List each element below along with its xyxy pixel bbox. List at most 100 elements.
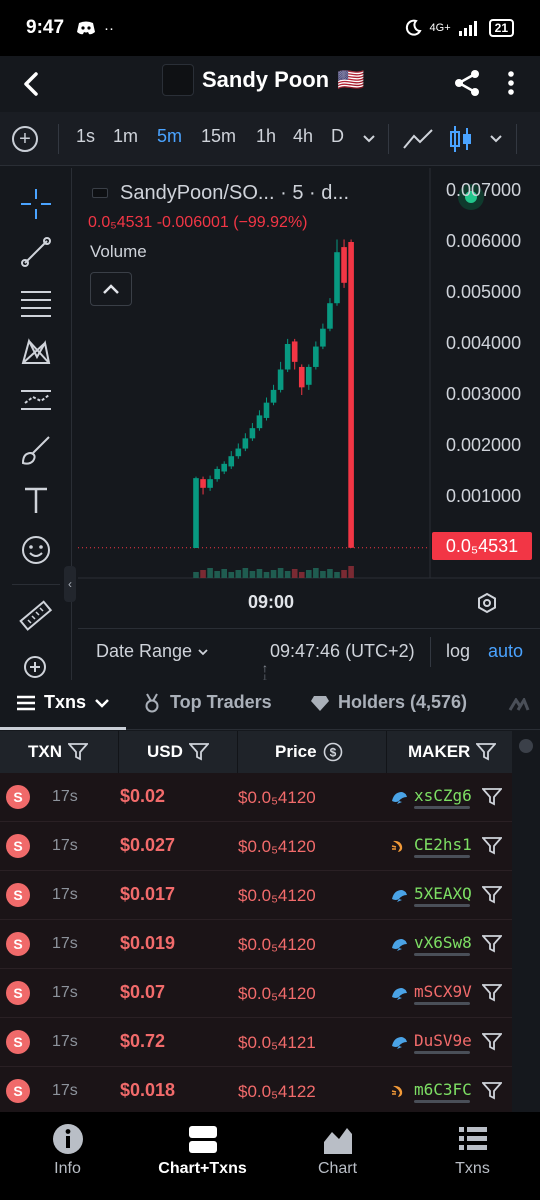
scrollbar-thumb[interactable] (519, 739, 533, 753)
app-bar: Sandy Poon 🇺🇸 (0, 56, 540, 112)
tab-txns[interactable]: Txns (16, 692, 110, 713)
fib-retracement-icon[interactable] (16, 282, 56, 322)
text-tool-icon[interactable] (16, 480, 56, 520)
status-bar: 9:47 ·· 4G+ 21 (0, 0, 540, 56)
filter-icon[interactable] (481, 788, 503, 811)
volume-bar (263, 572, 270, 578)
timeframe-1m[interactable]: 1m (113, 126, 138, 147)
filter-icon[interactable] (481, 984, 503, 1007)
volume-bar (298, 572, 305, 578)
maker-address[interactable]: m6C3FC (414, 1080, 472, 1099)
column-price[interactable]: Price $ (275, 731, 343, 773)
candle-body (348, 242, 354, 548)
candle-body (341, 247, 347, 283)
line-chart-icon[interactable] (402, 126, 434, 152)
emoji-icon[interactable] (16, 530, 56, 570)
y-tick: 0.006000 (446, 231, 522, 251)
volume-bar (320, 571, 326, 578)
tab-txns-label: Txns (44, 692, 87, 712)
filter-icon[interactable] (188, 743, 209, 761)
column-usd[interactable]: USD (147, 731, 209, 773)
table-row[interactable]: S 17s $0.02 $0.0₅4120 xsCZg6 (0, 773, 512, 822)
candle-body (249, 428, 256, 439)
share-icon[interactable] (452, 68, 482, 98)
add-indicator-button[interactable]: + (12, 126, 38, 152)
settings-icon[interactable] (476, 592, 498, 614)
more-tabs-icon[interactable] (508, 698, 530, 712)
chevron-down-icon[interactable] (361, 130, 377, 146)
txn-age: 17s (52, 886, 78, 903)
tab-holders-label: Holders (4,576) (338, 692, 468, 712)
txn-price: $0.0₅4122 (238, 1082, 316, 1101)
timeframe-1s[interactable]: 1s (76, 126, 95, 147)
filter-icon[interactable] (481, 886, 503, 909)
txn-price: $0.0₅4120 (238, 984, 316, 1003)
table-row[interactable]: S 17s $0.019 $0.0₅4120 vX6Sw8 (0, 920, 512, 969)
timeframe-15m[interactable]: 15m (201, 126, 236, 147)
timeframe-d[interactable]: D (331, 126, 344, 147)
medal-icon (145, 693, 159, 712)
filter-icon[interactable] (481, 1033, 503, 1056)
volume-bar (277, 568, 284, 578)
volume-bar (334, 572, 340, 578)
maker-address[interactable]: 5XEAXQ (414, 884, 472, 903)
maker-balance-bar (414, 904, 470, 907)
volume-bar (306, 570, 312, 578)
chart-type-chevron-icon[interactable] (488, 130, 504, 146)
table-row[interactable]: S 17s $0.027 $0.0₅4120 CE2hs1 (0, 822, 512, 871)
maker-address[interactable]: xsCZg6 (414, 786, 472, 805)
chart-icon (323, 1128, 352, 1154)
filter-icon[interactable] (481, 837, 503, 860)
timeframe-4h[interactable]: 4h (293, 126, 313, 147)
brush-icon[interactable] (16, 430, 56, 470)
table-row[interactable]: S 17s $0.72 $0.0₅4121 DuSV9e (0, 1018, 512, 1067)
prediction-icon[interactable] (16, 380, 56, 420)
timeframe-5m[interactable]: 5m (157, 126, 182, 147)
signal-icon (458, 21, 477, 36)
candle-body (214, 468, 220, 480)
dollar-circle-icon[interactable]: $ (323, 742, 343, 762)
auto-scale-toggle[interactable]: auto (488, 641, 523, 662)
table-row[interactable]: S 17s $0.018 $0.0₅4122 m6C3FC (0, 1067, 512, 1116)
sell-badge: S (6, 883, 30, 907)
volume-label: Volume (90, 242, 147, 261)
candle-body (334, 252, 340, 304)
log-scale-toggle[interactable]: log (446, 641, 470, 662)
nav-info[interactable]: Info (0, 1112, 135, 1200)
tab-top-traders[interactable]: Top Traders (142, 692, 272, 713)
txn-price: $0.0₅4120 (238, 837, 316, 856)
txn-age: 17s (52, 788, 78, 805)
date-range-button[interactable]: Date Range (96, 641, 209, 662)
back-arrow-icon[interactable] (16, 68, 48, 100)
column-maker[interactable]: MAKER (408, 731, 497, 773)
nav-chart-txns[interactable]: Chart+Txns (135, 1112, 270, 1200)
timeframe-1h[interactable]: 1h (256, 126, 276, 147)
txn-price: $0.0₅4121 (238, 1033, 316, 1052)
nav-chart[interactable]: Chart (270, 1112, 405, 1200)
table-row[interactable]: S 17s $0.07 $0.0₅4120 mSCX9V (0, 969, 512, 1018)
filter-icon[interactable] (481, 935, 503, 958)
filter-icon[interactable] (481, 1082, 503, 1105)
trend-line-icon[interactable] (16, 232, 56, 272)
ruler-icon[interactable] (16, 596, 56, 636)
maker-address[interactable]: mSCX9V (414, 982, 472, 1001)
pattern-icon[interactable] (16, 332, 56, 372)
collapse-legend-button[interactable] (90, 272, 132, 306)
candlestick-icon[interactable] (448, 124, 474, 154)
maker-balance-bar (414, 806, 470, 809)
filter-icon[interactable] (476, 743, 497, 761)
tab-holders[interactable]: Holders (4,576) (310, 692, 467, 713)
crosshair-icon[interactable] (16, 184, 56, 224)
table-scrollbar[interactable] (514, 731, 540, 1111)
column-txn[interactable]: TXN (28, 731, 88, 773)
price-chart[interactable]: SandyPoon/SO... · 5 · d... 0.0₅4531 -0.0… (78, 168, 540, 628)
table-row[interactable]: S 17s $0.017 $0.0₅4120 5XEAXQ (0, 871, 512, 920)
maker-address[interactable]: DuSV9e (414, 1031, 472, 1050)
more-vertical-icon[interactable] (503, 68, 519, 98)
filter-icon[interactable] (68, 743, 88, 761)
nav-txns[interactable]: Txns (405, 1112, 540, 1200)
maker-address[interactable]: vX6Sw8 (414, 933, 472, 952)
maker-address[interactable]: CE2hs1 (414, 835, 472, 854)
collapse-toolbar-button[interactable]: ‹ (64, 566, 76, 602)
diamond-icon (311, 695, 329, 711)
